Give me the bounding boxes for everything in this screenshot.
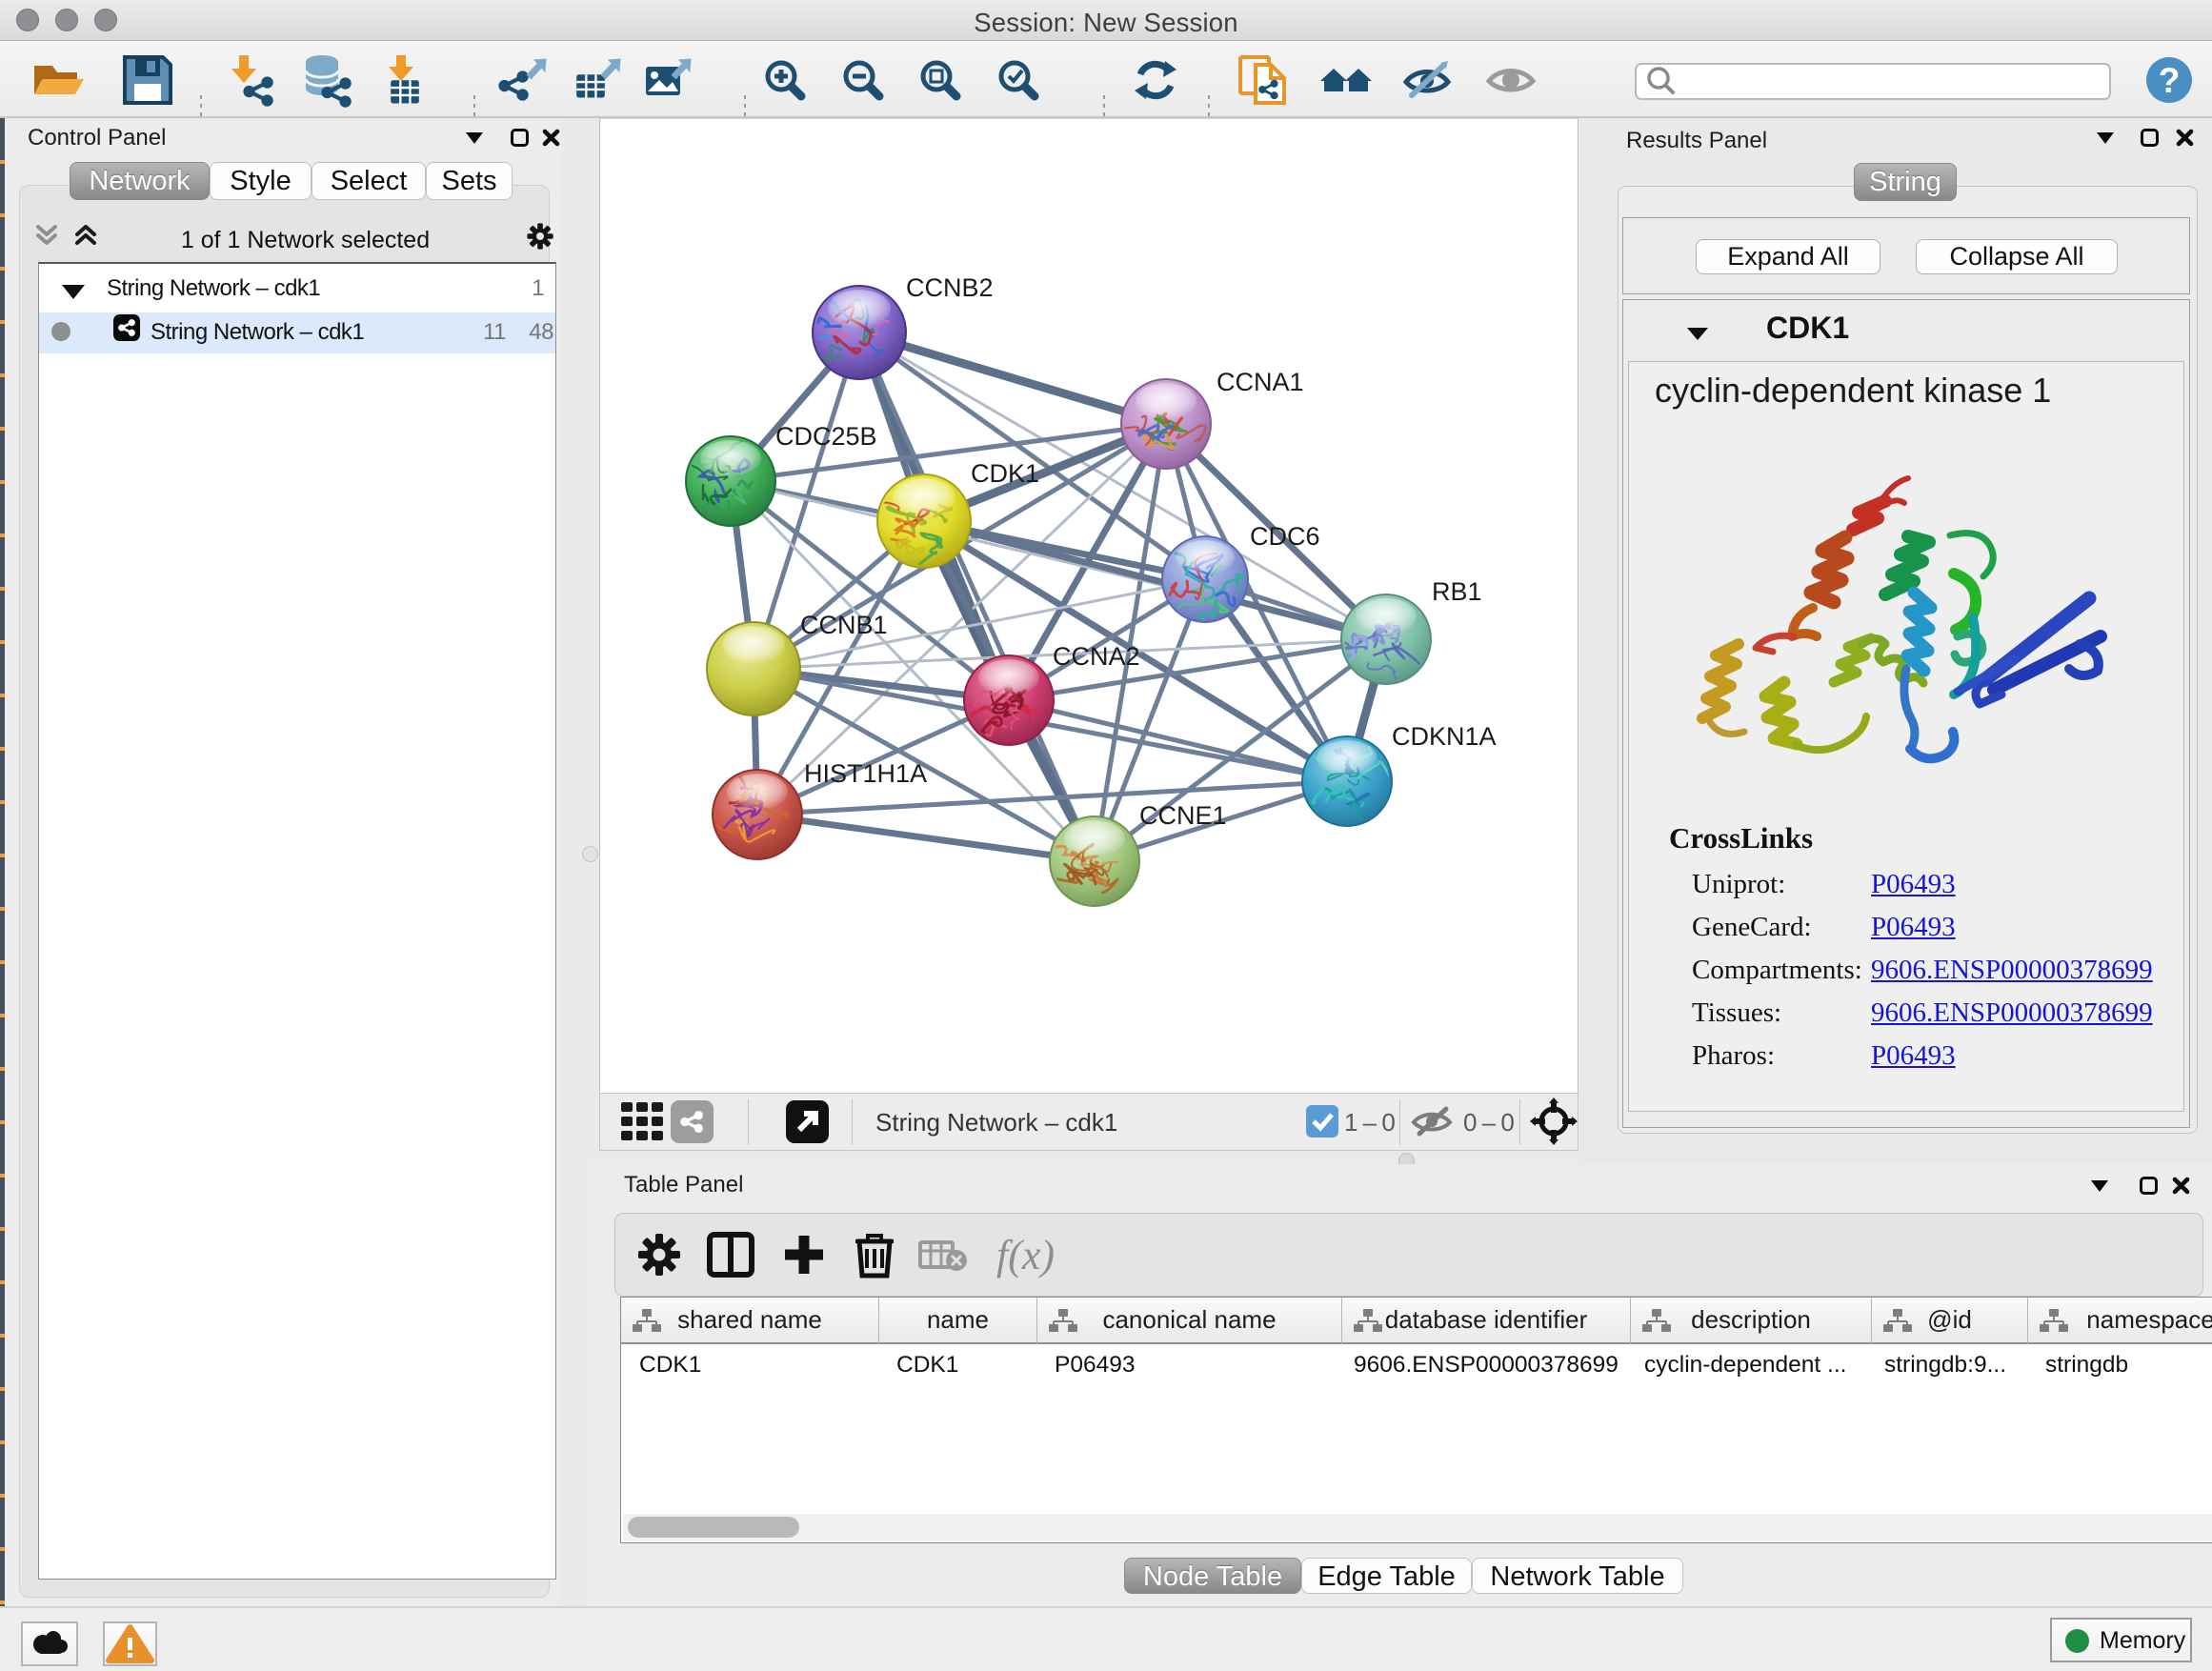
svg-text:?: ? bbox=[2159, 61, 2181, 100]
svg-text:1 – 0: 1 – 0 bbox=[1344, 1108, 1396, 1137]
svg-text:CDC6: CDC6 bbox=[1250, 522, 1320, 551]
svg-text:CCNB2: CCNB2 bbox=[906, 273, 994, 302]
svg-text:CDK1: CDK1 bbox=[971, 459, 1039, 488]
svg-text:RB1: RB1 bbox=[1432, 577, 1482, 606]
svg-text:0 – 0: 0 – 0 bbox=[1463, 1108, 1515, 1137]
svg-text:CCNA1: CCNA1 bbox=[1217, 368, 1304, 396]
svg-text:HIST1H1A: HIST1H1A bbox=[804, 759, 927, 788]
svg-text:CDC25B: CDC25B bbox=[775, 422, 877, 451]
svg-text:f(x): f(x) bbox=[996, 1232, 1055, 1278]
svg-text:CDKN1A: CDKN1A bbox=[1392, 722, 1497, 751]
svg-text:CCNA2: CCNA2 bbox=[1053, 642, 1140, 671]
svg-text:CCNE1: CCNE1 bbox=[1139, 801, 1227, 830]
svg-text:CCNB1: CCNB1 bbox=[800, 611, 888, 639]
